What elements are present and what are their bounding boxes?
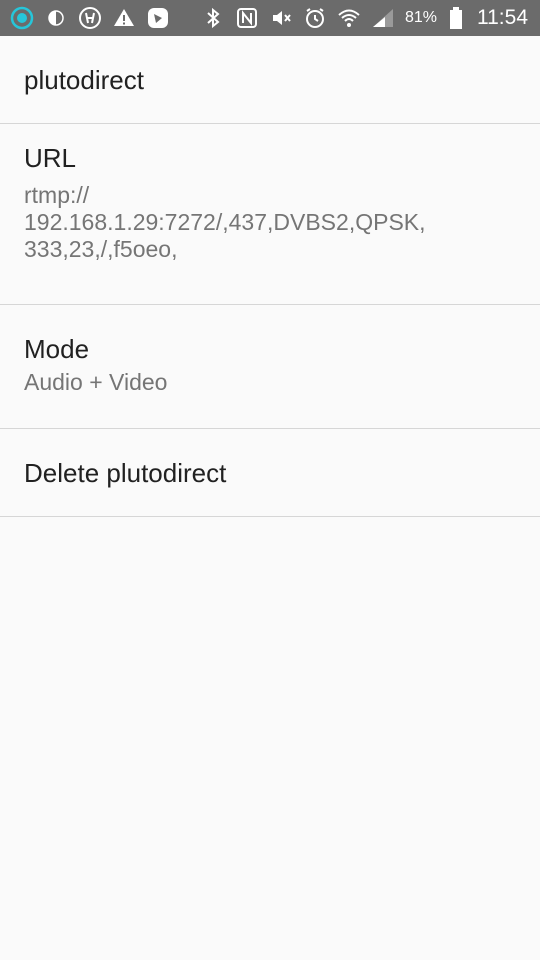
mode-value: Audio + Video xyxy=(24,369,168,395)
clock: 11:54 xyxy=(477,6,528,29)
app-icon xyxy=(146,6,170,30)
vpn-icon xyxy=(78,6,102,30)
url-title: URL xyxy=(24,143,77,173)
status-icons-right: 81% 11:54 xyxy=(201,6,532,30)
wifi-icon xyxy=(337,6,361,30)
app-notification-icon xyxy=(10,6,34,30)
name-preference[interactable]: plutodirect xyxy=(0,36,540,124)
alarm-icon xyxy=(303,6,327,30)
mode-title: Mode xyxy=(24,334,90,364)
bluetooth-icon xyxy=(201,6,225,30)
warning-icon xyxy=(112,6,136,30)
mode-preference[interactable]: Mode Audio + Video xyxy=(0,305,540,429)
delete-title: Delete plutodirect xyxy=(24,457,227,488)
battery-percent: 81% xyxy=(404,9,437,26)
battery-icon xyxy=(449,6,463,30)
data-saver-icon xyxy=(44,6,68,30)
url-preference[interactable]: URL rtmp:// 192.168.1.29:7272/,437,DVBS2… xyxy=(0,124,540,305)
nfc-icon xyxy=(235,6,259,30)
mute-icon xyxy=(269,6,293,30)
url-value: rtmp:// 192.168.1.29:7272/,437,DVBS2,QPS… xyxy=(24,182,426,262)
name-title: plutodirect xyxy=(24,64,144,95)
status-icons-left xyxy=(10,6,170,30)
preferences-list: plutodirect URL rtmp:// 192.168.1.29:727… xyxy=(0,36,540,517)
delete-preference[interactable]: Delete plutodirect xyxy=(0,429,540,517)
status-bar: 81% 11:54 xyxy=(0,0,540,36)
signal-icon xyxy=(371,6,395,30)
